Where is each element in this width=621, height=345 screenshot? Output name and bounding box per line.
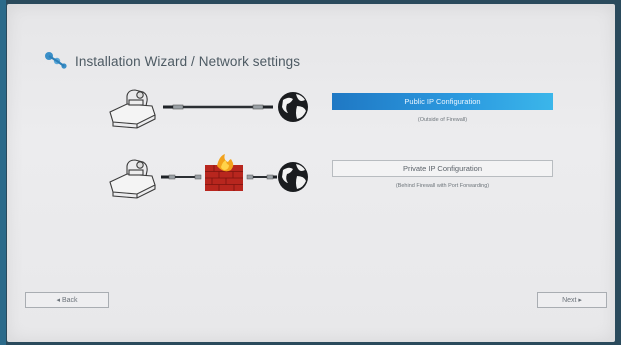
back-button[interactable]: ◂ Back <box>25 292 109 308</box>
public-ip-sublabel: (Outside of Firewall) <box>417 117 468 123</box>
globe-icon <box>278 162 308 192</box>
page-title: Installation Wizard / Network settings <box>75 53 301 69</box>
network-cable-icon <box>246 174 277 180</box>
camera-codec-icon <box>109 89 156 129</box>
wizard-screen: Installation Wizard / Network settings P… <box>7 4 615 342</box>
private-ip-row: Private IP Configuration (Behind Firewal… <box>7 152 615 202</box>
public-ip-config-button[interactable]: Public IP Configuration <box>332 93 553 110</box>
private-ip-sublabel: (Behind Firewall with Port Forwarding) <box>395 183 490 189</box>
wizard-header: Installation Wizard / Network settings <box>43 50 300 72</box>
public-ip-row: Public IP Configuration (Outside of Fire… <box>7 82 615 132</box>
public-network-illustration <box>109 89 308 129</box>
network-cable-icon <box>161 174 202 180</box>
firewall-icon <box>205 154 243 191</box>
monitor-frame: Installation Wizard / Network settings P… <box>0 0 621 345</box>
private-ip-config-button[interactable]: Private IP Configuration <box>332 160 553 177</box>
private-network-illustration <box>109 154 308 199</box>
next-button[interactable]: Next ▸ <box>537 292 607 308</box>
network-cable-icon <box>163 104 273 110</box>
globe-icon <box>278 92 308 122</box>
wizard-logo-icon <box>45 52 67 69</box>
camera-codec-icon <box>109 159 156 199</box>
